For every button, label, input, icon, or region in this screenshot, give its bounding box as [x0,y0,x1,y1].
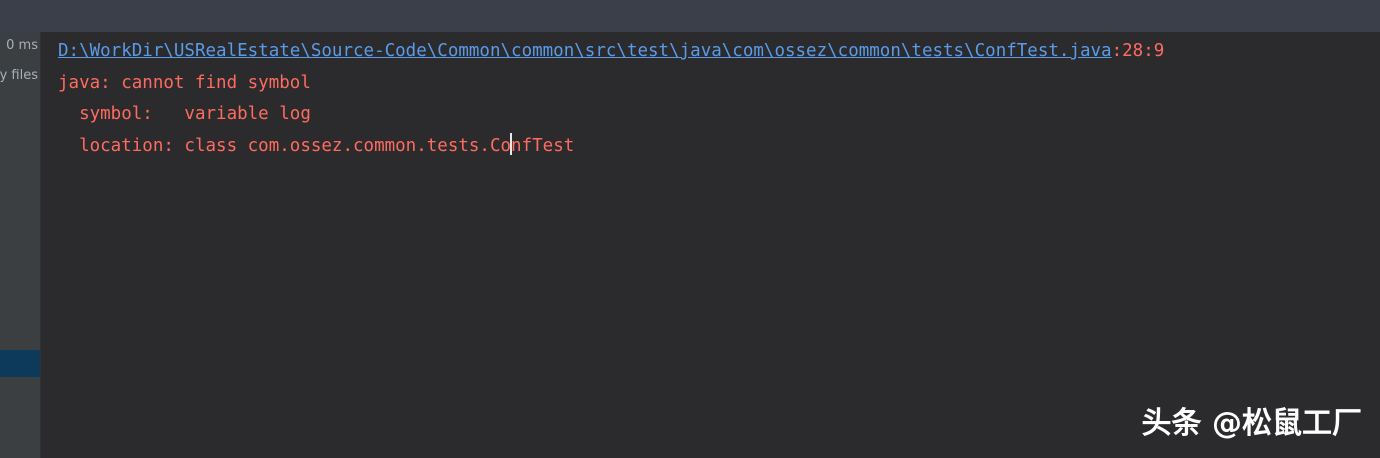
tool-window-header [0,0,1380,32]
location-text-end: nfTest [511,135,575,156]
run-tree-panel[interactable]: 0 ms y files [0,32,41,458]
console-line-symbol: symbol: variable log [58,104,311,124]
console-output[interactable]: D:\WorkDir\USRealEstate\Source-Code\Comm… [58,36,1358,162]
ide-window: 0 ms y files D:\WorkDir\USRealEstate\Sou… [0,0,1380,458]
files-label: y files [0,68,38,83]
line-column-position: :28:9 [1111,41,1165,61]
watermark-text: 头条 @松鼠工厂 [1141,406,1362,441]
selected-tree-row[interactable] [0,350,40,377]
source-file-link[interactable]: D:\WorkDir\USRealEstate\Source-Code\Comm… [58,41,1112,61]
console-line-error: java: cannot find symbol [58,72,311,93]
location-text-start: location: class com.ossez.common.tests.C… [58,135,512,156]
console-line-path: D:\WorkDir\USRealEstate\Source-Code\Comm… [58,36,1358,68]
console-line-location: location: class com.ossez.common.tests.C… [58,131,1358,163]
test-duration-label: 0 ms [6,38,38,53]
